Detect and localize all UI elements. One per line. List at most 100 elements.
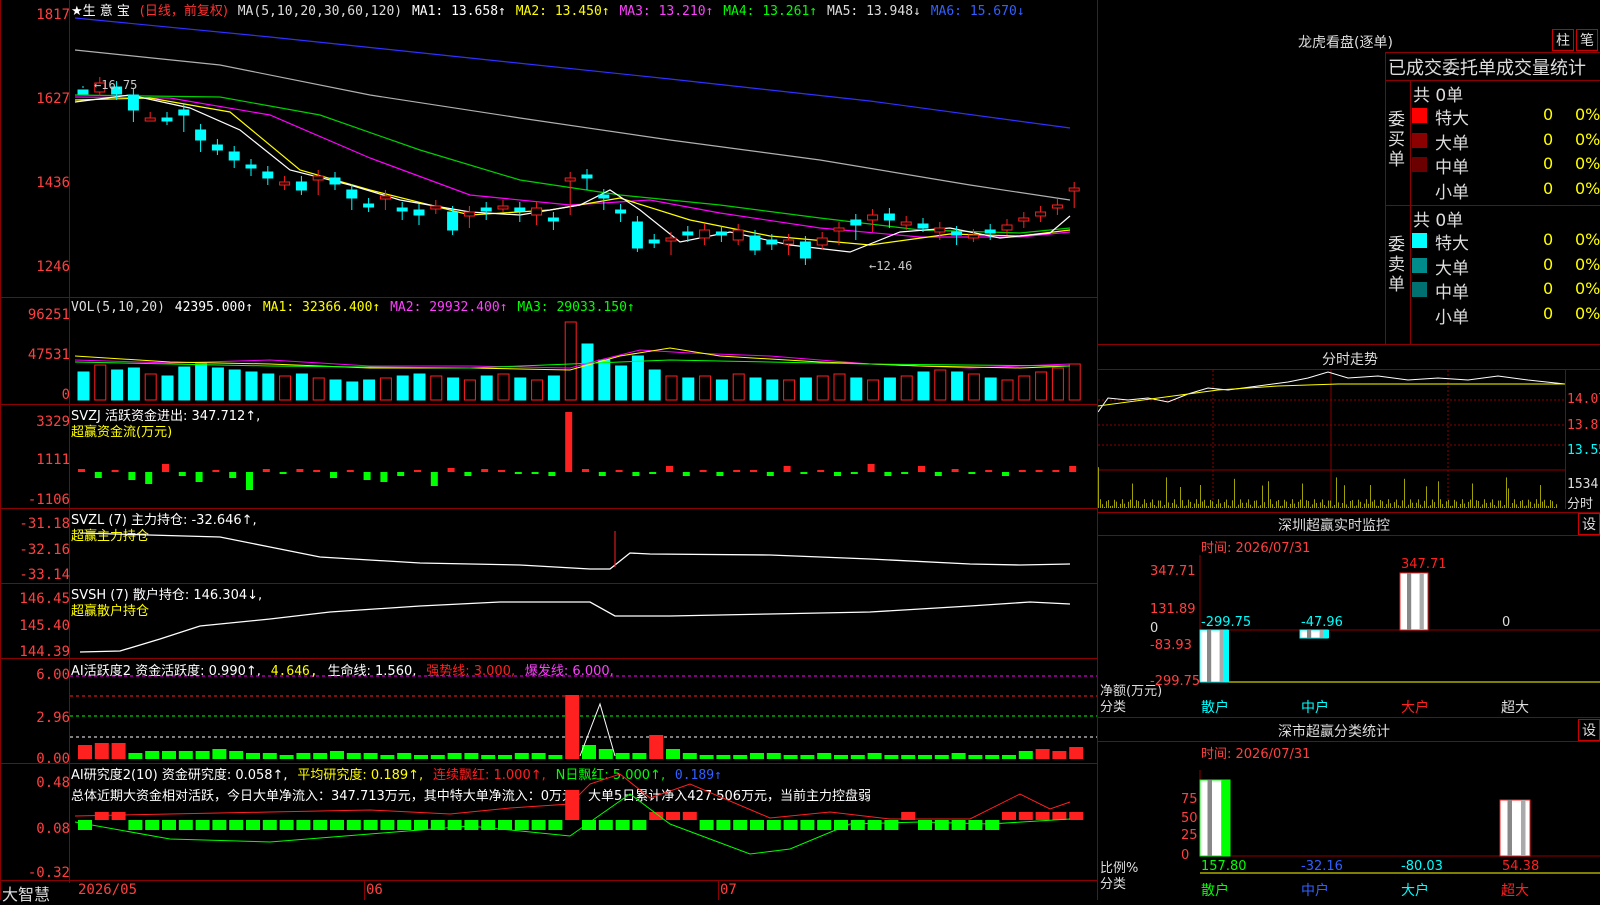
fs-vol-bar (1174, 499, 1175, 508)
candle-body (245, 164, 257, 169)
fs-vol-bar (1432, 499, 1433, 508)
bar-mode-button[interactable]: 柱 (1552, 29, 1574, 51)
volume-bar (413, 373, 426, 401)
fs-vol-bar (1454, 499, 1455, 508)
ai2-bar (195, 820, 210, 830)
ss-y-label: 0 (1181, 848, 1190, 863)
fs-vol-bar (1194, 503, 1195, 508)
tick-mode-button[interactable]: 笔 (1576, 29, 1598, 51)
svzj-bar (666, 466, 673, 472)
ai1-chart[interactable] (70, 659, 1097, 763)
fs-vol-bar (1212, 501, 1213, 508)
candle-body (1051, 204, 1063, 209)
ai1-bar (481, 755, 496, 759)
fs-vol-bar (1516, 504, 1517, 508)
ai2-bar (363, 820, 378, 830)
fs-vol-bar (1276, 501, 1277, 508)
volume-bar (799, 377, 812, 401)
volume-bar (144, 373, 157, 401)
fs-vol-bar (1104, 506, 1105, 508)
fs-vol-bar (1272, 504, 1273, 508)
sz-settings-button[interactable]: 设 (1578, 513, 1600, 535)
fs-vol-bar (1462, 499, 1463, 508)
candle-body (682, 231, 694, 236)
fs-vol-bar (1206, 505, 1207, 508)
fs-vol-bar (1310, 506, 1311, 508)
ai1-bar (78, 745, 92, 759)
candle-body (783, 239, 795, 245)
ai2-bar (666, 812, 680, 820)
fs-vol-bar (1308, 501, 1309, 508)
ai2-chart[interactable] (70, 764, 1097, 880)
svzj-bar (1052, 470, 1060, 472)
svzj-chart[interactable] (70, 405, 1097, 508)
fs-vol-bar (1144, 499, 1145, 508)
fs-vol-bar (1314, 499, 1315, 508)
fs-vol-bar (1488, 507, 1489, 508)
fs-vol-bar (1448, 499, 1449, 508)
flow-bar-edge (1223, 630, 1229, 682)
fs-vol-bar (1332, 506, 1333, 508)
fs-chart[interactable] (1098, 370, 1565, 508)
fs-vol-bar (1348, 506, 1349, 508)
volume-chart[interactable] (70, 298, 1097, 404)
candle-body (312, 175, 324, 181)
fs-vol-bar (1264, 502, 1265, 508)
svzj-bar (330, 472, 337, 478)
fs-vol-bar (1230, 506, 1231, 508)
ai1-bar (1002, 755, 1016, 759)
fs-vol-bar (1392, 507, 1393, 508)
fs-vol-bar (1502, 506, 1503, 508)
fs-vol-bar (1288, 507, 1289, 508)
ss-settings-button[interactable]: 设 (1578, 719, 1600, 741)
svzj-bar (632, 472, 640, 476)
fs-vol-bar (1368, 503, 1369, 508)
volume-bar (312, 377, 325, 401)
candle-body (631, 221, 643, 249)
ai1-bar (649, 735, 664, 759)
ai2-bar (330, 820, 344, 830)
sz-category-label: 超大 (1501, 700, 1529, 716)
ai2-bar (1002, 812, 1016, 820)
svzl-label-2: -32.16 (19, 542, 70, 558)
fs-vol-bar (1190, 501, 1191, 508)
svsh-label-1: 146.45 (19, 591, 70, 607)
volume-bar (363, 379, 376, 401)
fs-vol-bar (1534, 503, 1535, 508)
svzl-chart[interactable] (70, 509, 1097, 583)
fs-vol-bar (1178, 506, 1179, 508)
fs-vol-bar (1210, 499, 1211, 508)
svsh-chart[interactable] (70, 584, 1097, 658)
candle-body (363, 203, 375, 208)
price-chart[interactable]: ←16.75 ←12.46 (70, 0, 1097, 297)
candle-body (329, 177, 341, 185)
volume-bar (497, 373, 510, 401)
candle-body (127, 94, 139, 111)
ai2-bar (783, 820, 798, 830)
fs-vol-bar (1410, 499, 1411, 508)
order-row-value: 0 (1543, 154, 1554, 173)
volume-bar (379, 377, 392, 401)
ai1-bar (128, 753, 143, 759)
fs-vol-bar (1538, 503, 1539, 508)
fs-vol-bar (1414, 507, 1415, 508)
volume-bar (648, 369, 661, 401)
svzj-bar (582, 469, 589, 472)
ma2-line (74, 97, 1071, 246)
fs-vol-bar (1402, 500, 1403, 508)
ss-y-label: 50 (1181, 811, 1198, 826)
volume-bar (951, 371, 964, 401)
fs-title: 分时走势 (1322, 352, 1378, 368)
ss-title: 深市超赢分类统计 (1278, 724, 1390, 740)
candle-body (648, 239, 660, 244)
ai2-bar (884, 820, 899, 830)
ai1-bar (246, 753, 260, 759)
fs-vol-bar (1344, 485, 1345, 508)
fs-vol-bar (1470, 499, 1471, 508)
ss-value-label: 54.38 (1502, 859, 1540, 874)
fs-vol-bar (1106, 501, 1107, 508)
ai2-bar (229, 820, 244, 830)
ai2-bar (1035, 812, 1050, 820)
fs-vol-bar (1380, 499, 1381, 508)
ai2-bar (1018, 812, 1033, 820)
